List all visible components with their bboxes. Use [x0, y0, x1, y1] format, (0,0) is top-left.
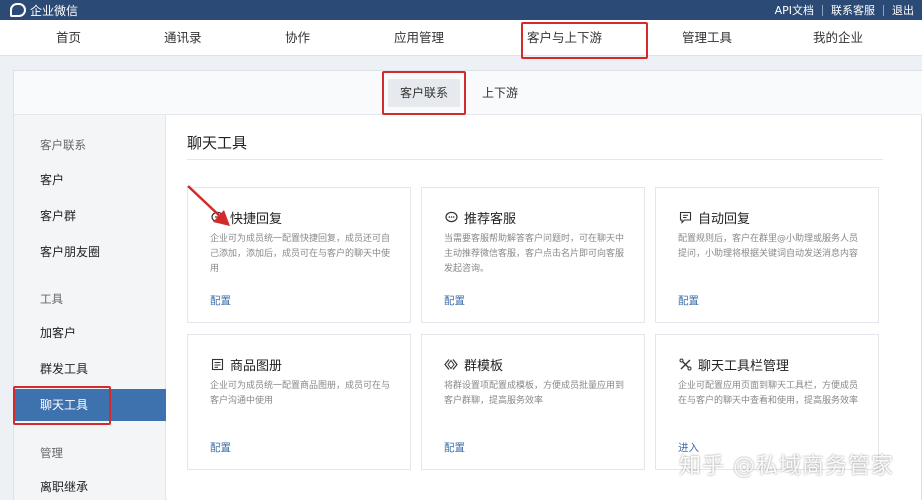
brand-logo[interactable]: 企业微信 — [10, 1, 78, 19]
card-description: 企业可为成员统一配置商品图册，成员可在与客户沟通中使用 — [210, 381, 391, 406]
main-panel: 客户联系 上下游 客户联系 客户 客户群 客户朋友圈 工具 加客户 群发工具 聊… — [13, 70, 922, 500]
card-title: 自动回复 — [698, 212, 751, 227]
card-title: 聊天工具栏管理 — [698, 359, 790, 374]
group-template-icon — [444, 358, 458, 372]
configure-link[interactable]: 配置 — [678, 293, 699, 308]
annotation-highlight-box — [382, 71, 466, 115]
divider — [883, 4, 884, 16]
nav-home[interactable]: 首页 — [56, 20, 81, 56]
configure-link[interactable]: 配置 — [444, 440, 465, 455]
divider — [822, 4, 823, 16]
nav-contacts[interactable]: 通讯录 — [164, 20, 202, 56]
configure-link[interactable]: 配置 — [210, 440, 231, 455]
toolbar-manage-icon — [678, 358, 692, 372]
sidebar-item-customer-groups[interactable]: 客户群 — [14, 200, 166, 232]
card-title: 商品图册 — [230, 359, 283, 374]
sub-tabs: 客户联系 上下游 — [14, 71, 922, 115]
main-nav: 首页 通讯录 协作 应用管理 客户与上下游 管理工具 我的企业 — [0, 20, 922, 56]
card-quick-reply: 快捷回复 企业可为成员统一配置快捷回复，成员还可自己添加，添加后，成员可在与客户… — [187, 187, 411, 323]
card-product-album: 商品图册 企业可为成员统一配置商品图册，成员可在与客户沟通中使用 配置 — [187, 334, 411, 470]
page-title: 聊天工具 — [187, 134, 248, 152]
quick-reply-icon — [210, 211, 224, 225]
sidebar-item-mass-messaging[interactable]: 群发工具 — [14, 353, 166, 385]
card-title: 快捷回复 — [230, 212, 283, 227]
recommend-service-icon — [444, 211, 458, 225]
content-area: 聊天工具 快捷回复 企业可为成员统一配置快捷回复，成员还可自己添加，添加后，成员… — [167, 115, 921, 500]
card-title: 推荐客服 — [464, 212, 517, 227]
card-title: 群模板 — [464, 359, 504, 374]
card-auto-reply: 自动回复 配置规则后，客户在群里@小助理或服务人员提问，小助理将根据关键词自动发… — [655, 187, 879, 323]
card-description: 将群设置项配置成模板，方便成员批量应用到客户群聊，提高服务效率 — [444, 381, 625, 406]
card-description: 当需要客服帮助解答客户问题时，可在聊天中主动推荐微信客服，客户点击名片即可向客服… — [444, 234, 625, 274]
annotation-highlight-box — [13, 386, 111, 425]
configure-link[interactable]: 配置 — [444, 293, 465, 308]
card-description: 企业可为成员统一配置快捷回复，成员还可自己添加，添加后，成员可在与客户的聊天中使… — [210, 234, 391, 274]
product-album-icon — [210, 358, 224, 372]
sidebar-group-customer-contact: 客户联系 — [40, 138, 86, 152]
wecom-logo-icon — [10, 3, 26, 17]
card-description: 配置规则后，客户在群里@小助理或服务人员提问，小助理将根据关键词自动发送消息内容 — [678, 234, 859, 259]
brand-name: 企业微信 — [30, 3, 79, 18]
configure-link[interactable]: 配置 — [210, 293, 231, 308]
logout-link[interactable]: 退出 — [892, 2, 914, 18]
sidebar-item-customers[interactable]: 客户 — [14, 164, 166, 196]
tab-upstream-downstream[interactable]: 上下游 — [470, 79, 530, 107]
nav-app-management[interactable]: 应用管理 — [394, 20, 444, 56]
nav-my-enterprise[interactable]: 我的企业 — [813, 20, 863, 56]
nav-admin-tools[interactable]: 管理工具 — [682, 20, 732, 56]
sidebar-item-add-customers[interactable]: 加客户 — [14, 317, 166, 349]
watermark: 知乎 @私域商务管家 — [679, 454, 894, 479]
api-docs-link[interactable]: API文档 — [775, 2, 814, 18]
sidebar: 客户联系 客户 客户群 客户朋友圈 工具 加客户 群发工具 聊天工具 管理 离职… — [14, 115, 166, 500]
nav-collaboration[interactable]: 协作 — [285, 20, 310, 56]
card-group-template: 群模板 将群设置项配置成模板，方便成员批量应用到客户群聊，提高服务效率 配置 — [421, 334, 645, 470]
sidebar-item-moments[interactable]: 客户朋友圈 — [14, 236, 166, 268]
card-description: 企业可配置应用页面到聊天工具栏，方便成员在与客户的聊天中查看和使用，提高服务效率 — [678, 381, 859, 406]
sidebar-group-management: 管理 — [40, 446, 63, 460]
top-bar: 企业微信 API文档 联系客服 退出 — [0, 0, 922, 20]
title-divider — [187, 159, 883, 160]
contact-support-link[interactable]: 联系客服 — [831, 2, 875, 18]
card-recommend-service: 推荐客服 当需要客服帮助解答客户问题时，可在聊天中主动推荐微信客服，客户点击名片… — [421, 187, 645, 323]
sidebar-group-tools: 工具 — [40, 292, 63, 306]
annotation-highlight-box — [521, 22, 648, 59]
sidebar-item-resignation-inheritance[interactable]: 离职继承 — [14, 471, 166, 500]
top-links: API文档 联系客服 退出 — [775, 2, 914, 18]
auto-reply-icon — [678, 211, 692, 225]
